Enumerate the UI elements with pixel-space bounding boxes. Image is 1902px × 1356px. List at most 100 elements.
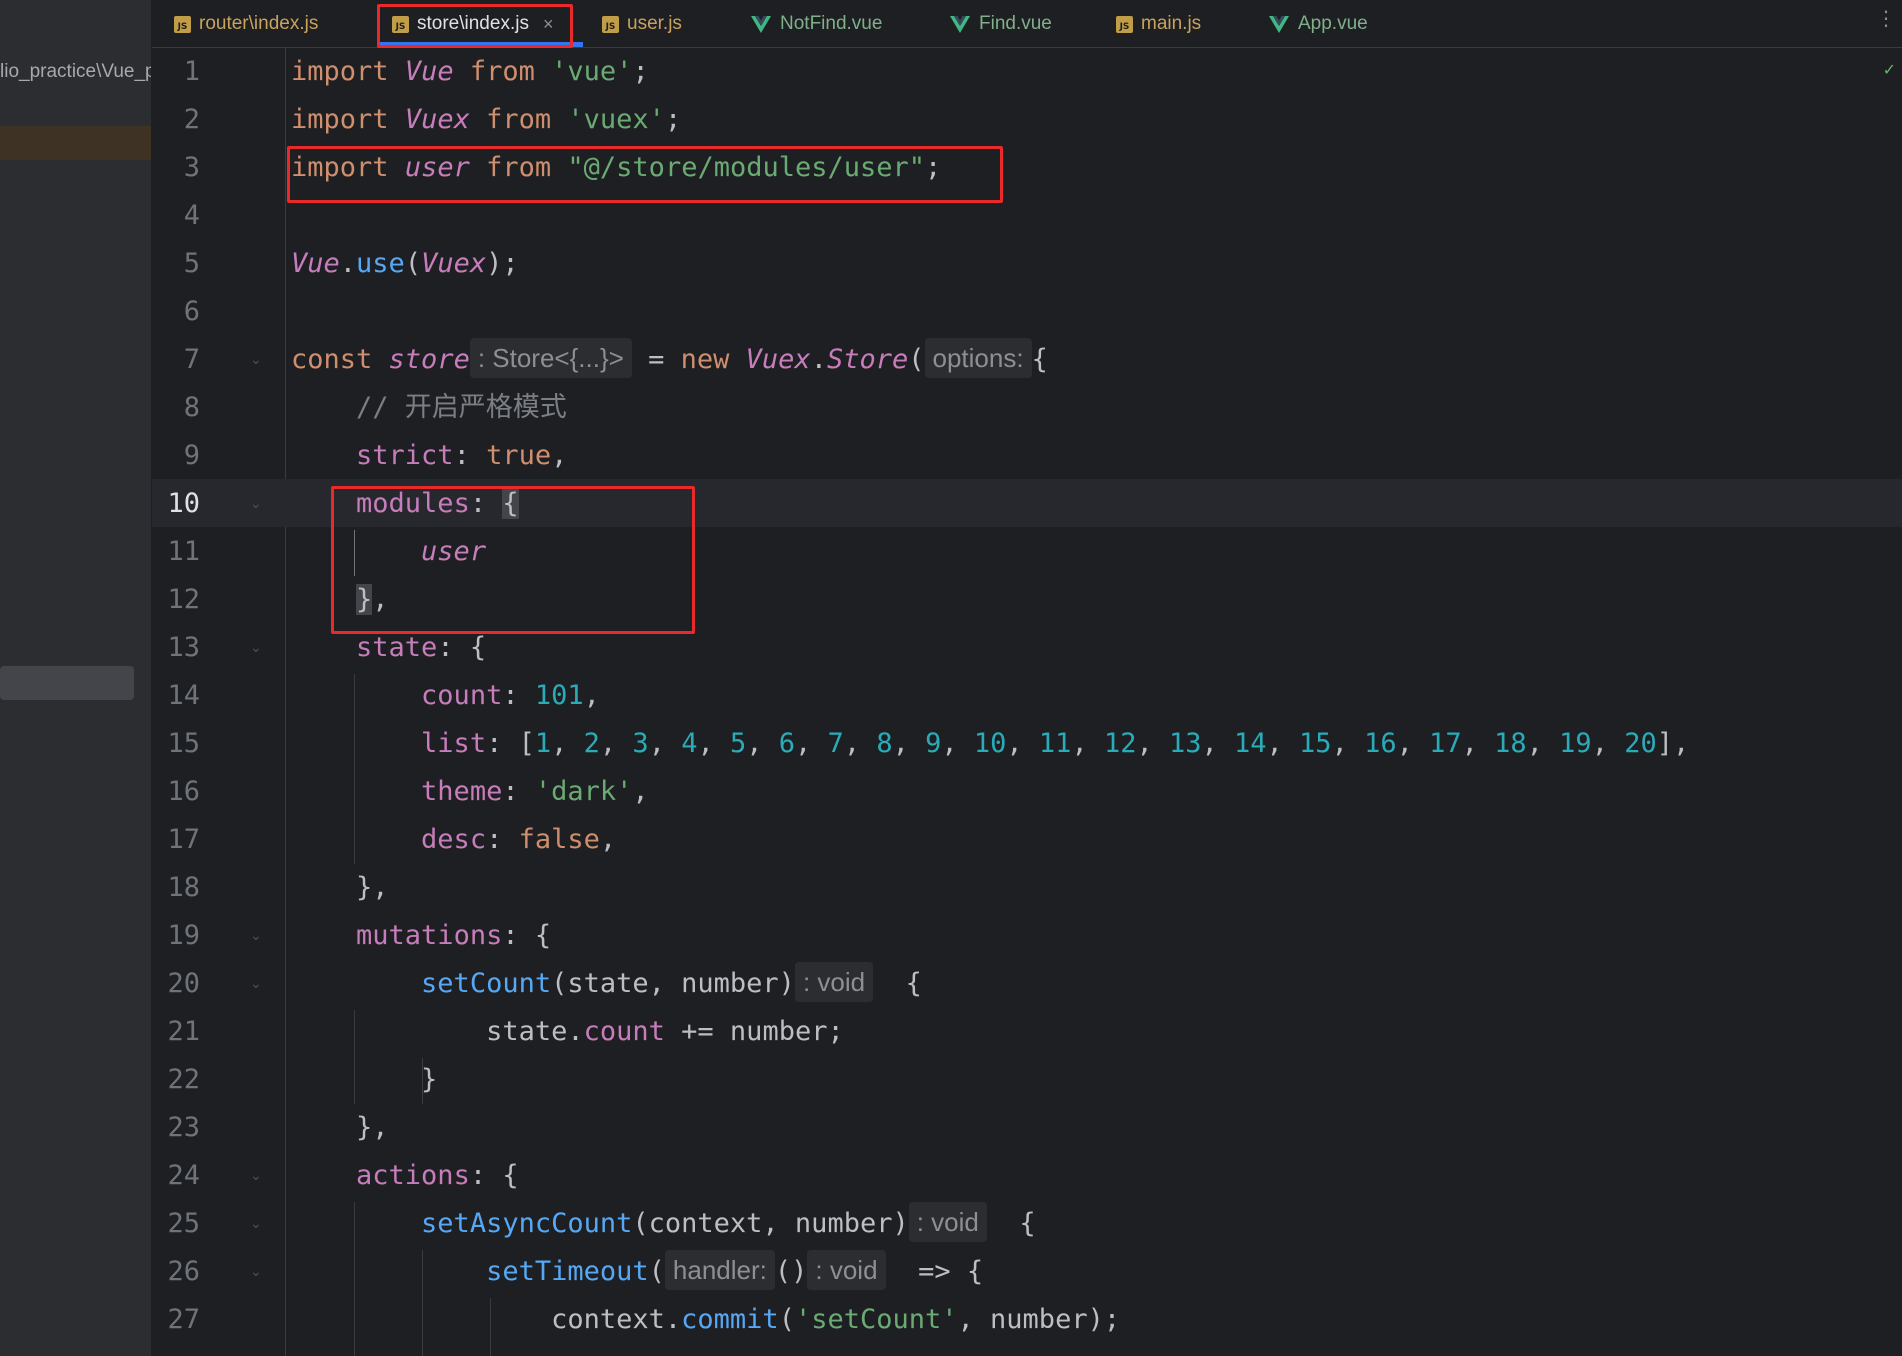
inspection-ok-icon[interactable]: ✓ bbox=[1883, 60, 1896, 79]
parameters: (state, number) bbox=[551, 968, 795, 999]
vue-file-icon bbox=[750, 14, 772, 34]
code-line-17[interactable]: desc: false, bbox=[291, 816, 616, 864]
property: mutations bbox=[356, 920, 503, 951]
number-literal: 17 bbox=[1429, 728, 1462, 759]
tab-user-js[interactable]: JS user.js bbox=[602, 0, 682, 48]
more-tabs-icon[interactable]: ⋮ bbox=[1876, 6, 1896, 30]
number-literal: 11 bbox=[1038, 728, 1072, 759]
code-line-23[interactable]: }, bbox=[291, 1104, 389, 1152]
punctuation: ( bbox=[648, 1256, 665, 1287]
code-line-27[interactable]: context.commit('setCount', number); bbox=[291, 1296, 1120, 1344]
identifier: Vuex bbox=[745, 344, 811, 375]
fold-icon[interactable]: ⌄ bbox=[250, 1152, 264, 1200]
code-line-18[interactable]: }, bbox=[291, 864, 389, 912]
string-literal: 'vuex' bbox=[567, 104, 665, 135]
line-number: 25 bbox=[167, 1208, 200, 1239]
punctuation: : bbox=[453, 440, 487, 471]
code-line-14[interactable]: count: 101, bbox=[291, 672, 600, 720]
keyword: import bbox=[291, 104, 389, 135]
function-name: setAsyncCount bbox=[421, 1208, 633, 1239]
tab-router-index[interactable]: JS router\index.js bbox=[174, 0, 318, 48]
fold-icon[interactable]: ⌄ bbox=[250, 624, 264, 672]
punctuation: }, bbox=[356, 1112, 389, 1143]
line-number: 14 bbox=[167, 680, 200, 711]
line-number: 16 bbox=[167, 776, 200, 807]
identifier: Vuex bbox=[404, 104, 470, 135]
code-line-16[interactable]: theme: 'dark', bbox=[291, 768, 649, 816]
number-literal: 8 bbox=[876, 728, 893, 759]
line-number: 27 bbox=[167, 1304, 200, 1335]
type-hint: : void bbox=[807, 1249, 886, 1290]
line-number: 19 bbox=[167, 920, 200, 951]
number-literal: 10 bbox=[973, 728, 1007, 759]
fold-icon[interactable]: ⌄ bbox=[250, 960, 264, 1008]
line-number: 3 bbox=[183, 152, 200, 183]
keyword: import bbox=[291, 56, 389, 87]
number-literal: 20 bbox=[1624, 728, 1657, 759]
code-line-26[interactable]: setTimeout(handler:(): void => { bbox=[291, 1248, 983, 1296]
expression: , number); bbox=[957, 1304, 1121, 1335]
number-literal: 14 bbox=[1234, 728, 1267, 759]
punctuation: ; bbox=[664, 104, 682, 135]
punctuation: } bbox=[421, 1064, 438, 1095]
property: strict bbox=[356, 440, 454, 471]
property: list bbox=[421, 728, 487, 759]
code-line-21[interactable]: state.count += number; bbox=[291, 1008, 844, 1056]
identifier: store bbox=[388, 344, 470, 375]
number-literal: 19 bbox=[1559, 728, 1592, 759]
number-literal: 9 bbox=[925, 728, 942, 759]
punctuation: { bbox=[1031, 344, 1048, 375]
punctuation: . bbox=[567, 1016, 584, 1047]
fold-icon[interactable]: ⌄ bbox=[250, 1200, 264, 1248]
parameter-hint: options: bbox=[924, 337, 1032, 378]
fold-icon[interactable]: ⌄ bbox=[250, 912, 264, 960]
code-line-2[interactable]: import Vuex from 'vuex'; bbox=[291, 96, 681, 144]
selected-tree-row[interactable] bbox=[0, 126, 151, 160]
code-line-1[interactable]: import Vue from 'vue'; bbox=[291, 48, 649, 96]
code-line-19[interactable]: mutations: { bbox=[291, 912, 551, 960]
tab-main-js[interactable]: JS main.js bbox=[1116, 0, 1201, 48]
comment: // 开启严格模式 bbox=[356, 392, 567, 423]
punctuation: [ bbox=[518, 728, 535, 759]
tab-label: NotFind.vue bbox=[780, 13, 883, 34]
identifier: state bbox=[486, 1016, 568, 1047]
code-line-25[interactable]: setAsyncCount(context, number): void { bbox=[291, 1200, 1036, 1248]
identifier: Vuex bbox=[421, 248, 487, 279]
arrow: => { bbox=[918, 1256, 984, 1287]
project-path[interactable]: lio_practice\Vue_p bbox=[0, 61, 151, 83]
punctuation: . bbox=[339, 248, 357, 279]
property: count bbox=[583, 1016, 665, 1047]
tab-notfind-vue[interactable]: NotFind.vue bbox=[750, 0, 882, 48]
fold-icon[interactable]: ⌄ bbox=[250, 336, 264, 384]
punctuation: , bbox=[551, 440, 568, 471]
code-line-9[interactable]: strict: true, bbox=[291, 432, 567, 480]
string-literal: 'dark' bbox=[534, 776, 633, 807]
fold-icon[interactable]: ⌄ bbox=[250, 480, 264, 528]
js-file-icon: JS bbox=[602, 15, 619, 33]
vue-file-icon bbox=[1268, 14, 1290, 34]
tab-app-vue[interactable]: App.vue bbox=[1268, 0, 1368, 48]
punctuation: { bbox=[502, 1160, 519, 1191]
code-line-20[interactable]: setCount(state, number): void { bbox=[291, 960, 922, 1008]
expression: += number; bbox=[664, 1016, 844, 1047]
line-number: 2 bbox=[183, 104, 200, 135]
number-literal: 6 bbox=[778, 728, 796, 759]
identifier: Store bbox=[826, 344, 909, 375]
code-line-7[interactable]: const store: Store<{...}> = new Vuex.Sto… bbox=[291, 336, 1048, 384]
tab-find-vue[interactable]: Find.vue bbox=[949, 0, 1052, 48]
tab-label: Find.vue bbox=[979, 13, 1052, 34]
fold-icon[interactable]: ⌄ bbox=[250, 1248, 264, 1296]
code-line-24[interactable]: actions: { bbox=[291, 1152, 519, 1200]
code-line-8[interactable]: // 开启严格模式 bbox=[291, 384, 567, 432]
code-line-5[interactable]: Vue.use(Vuex); bbox=[291, 240, 519, 288]
line-number: 7 bbox=[183, 344, 200, 375]
code-line-22[interactable]: } bbox=[291, 1056, 437, 1104]
line-number: 11 bbox=[167, 536, 200, 567]
number-literal: 3 bbox=[632, 728, 649, 759]
code-line-15[interactable]: list: [1, 2, 3, 4, 5, 6, 7, 8, 9, 10, 11… bbox=[291, 720, 1689, 768]
number-literal: 101 bbox=[534, 680, 584, 711]
parameter-hint: handler: bbox=[664, 1249, 775, 1290]
line-number: 4 bbox=[183, 200, 200, 231]
project-scroll-thumb[interactable] bbox=[0, 666, 134, 700]
identifier: Vue bbox=[291, 248, 340, 279]
